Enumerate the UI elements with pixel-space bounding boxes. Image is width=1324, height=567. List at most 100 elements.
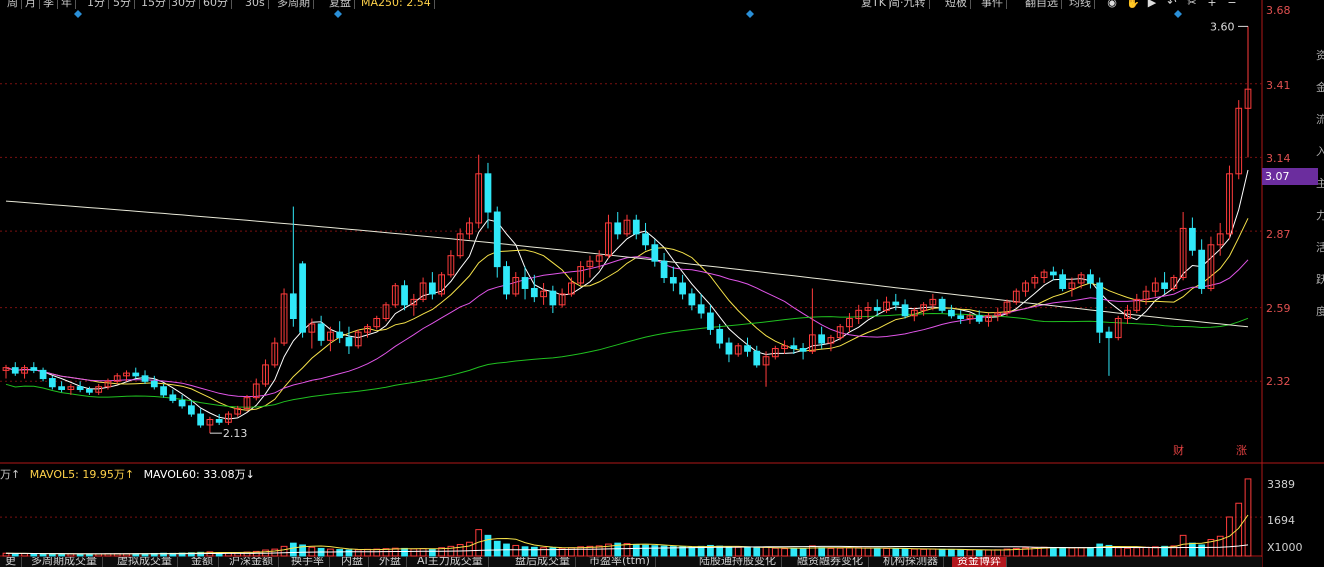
volume-bar (493, 540, 501, 557)
candle-body (289, 293, 297, 319)
period-tab[interactable]: 60分 (200, 0, 232, 9)
period-tab[interactable]: 月 (22, 0, 40, 9)
indicator-tab[interactable]: 盘后成交量 (510, 557, 576, 567)
candle-body (428, 282, 436, 295)
volume-bar (1087, 547, 1094, 557)
volume-bar (957, 549, 965, 557)
rise-marker[interactable]: 涨 (1236, 442, 1247, 458)
eye-icon[interactable]: ◉ (1106, 0, 1118, 9)
current-price-tag: 3.07 (1262, 168, 1318, 185)
period-tab[interactable]: 30分 (168, 0, 200, 9)
volume-bar (901, 548, 909, 557)
candle-body (39, 369, 47, 380)
volume-bar (345, 549, 353, 557)
candle-body (503, 266, 510, 295)
volume-bar (1133, 547, 1141, 557)
period-tab[interactable]: 多周期 (274, 0, 314, 9)
indicator-tab[interactable]: 资金博弈 (952, 557, 1007, 567)
indicator-tab[interactable]: 多周期成交量 (26, 557, 103, 567)
period-tab[interactable]: 15分 (138, 0, 170, 9)
candle-body (1049, 271, 1057, 276)
volume-bar (336, 549, 344, 557)
indicator-tab[interactable]: 外盘 (374, 557, 407, 567)
low-price-label: 2.13 (223, 427, 248, 440)
finance-marker[interactable]: 财 (1173, 442, 1184, 458)
volume-bar (1198, 544, 1206, 557)
candle-body (86, 388, 93, 393)
hand-icon[interactable]: ✋ (1126, 0, 1140, 9)
volume-bar (873, 547, 881, 557)
period-tab[interactable]: 年 (58, 0, 76, 9)
period-tab[interactable]: 1分 (84, 0, 109, 9)
volume-bar (327, 548, 334, 557)
volume-bar (401, 547, 408, 557)
volume-bar (1179, 534, 1187, 557)
volume-bar (753, 547, 761, 557)
candle-body (48, 378, 56, 388)
indicator-tab[interactable]: 虚拟成交量 (112, 557, 178, 567)
undo-icon[interactable]: ↶ (1166, 0, 1178, 9)
candle-body (892, 301, 900, 306)
volume-bar (892, 548, 900, 557)
volume-bar (790, 547, 798, 557)
volume-bar (419, 548, 427, 557)
candle-body (30, 367, 38, 371)
period-tab[interactable]: MA250: 2.54 (358, 0, 435, 9)
volume-bar (827, 547, 835, 557)
period-tab[interactable]: 5分 (110, 0, 135, 9)
play-icon[interactable]: ▶ (1146, 0, 1158, 9)
toolbar-item[interactable]: 事件 (978, 0, 1007, 9)
volume-bar (428, 548, 436, 557)
indicator-tab[interactable]: 更 (0, 557, 22, 567)
indicator-tab[interactable]: 换手率 (286, 557, 330, 567)
candle-body (873, 307, 881, 311)
toolbar-item[interactable]: 翻自选 (1022, 0, 1062, 9)
volume-bar (975, 549, 983, 557)
indicator-tab[interactable]: 市盈率(ttm) (584, 557, 656, 567)
chip-marker (334, 10, 342, 18)
volume-bar (1096, 543, 1104, 557)
volume-bar (799, 548, 807, 557)
candle-body (530, 287, 538, 298)
period-tab[interactable]: 周 (4, 0, 22, 9)
period-tab[interactable]: 季 (40, 0, 58, 9)
volume-bar (1114, 547, 1122, 557)
volume-bar (1124, 547, 1131, 557)
indicator-tab[interactable]: 金额 (186, 557, 219, 567)
volume-bar (512, 544, 520, 557)
indicator-tab[interactable]: 陆股通持股变化 (694, 557, 782, 567)
volume-bar (929, 548, 937, 557)
indicator-tab[interactable]: 融资融券变化 (792, 557, 869, 567)
indicator-tab[interactable]: 内盘 (336, 557, 369, 567)
toolbar-item[interactable]: 短板 (942, 0, 971, 9)
chip-marker (74, 10, 82, 18)
period-tab[interactable]: 30s (242, 0, 269, 9)
volume-bar (818, 547, 826, 557)
candle-body (160, 386, 167, 396)
toolbar-item[interactable]: 均线 (1066, 0, 1095, 9)
candle-body (1105, 331, 1113, 339)
candle-body (642, 233, 649, 246)
indicator-tab[interactable]: AI主力成交量 (412, 557, 489, 567)
indicator-tab[interactable]: 沪深金额 (224, 557, 279, 567)
candle-body (744, 345, 751, 352)
minus-icon[interactable]: − (1226, 0, 1238, 9)
candle-body (197, 413, 205, 426)
scissors-icon[interactable]: ✂ (1186, 0, 1198, 9)
volume-bar (920, 548, 927, 557)
volume-unit: X1000 (1267, 541, 1303, 554)
volume-bar (373, 548, 381, 557)
ma60-line (5, 312, 1249, 408)
candle-body (401, 285, 408, 306)
candle-body (818, 334, 826, 344)
volume-bar (836, 547, 844, 557)
candle-body (1161, 282, 1168, 289)
indicator-tab[interactable]: 机构探测器 (878, 557, 944, 567)
candle-body (901, 304, 909, 317)
toolbar-item[interactable]: 简·九转 (886, 0, 930, 9)
period-tab[interactable]: 复盘 (326, 0, 355, 9)
candle-body (697, 304, 705, 314)
candle-body (317, 323, 325, 341)
candle-body (493, 211, 501, 268)
plus-icon[interactable]: + (1206, 0, 1218, 9)
